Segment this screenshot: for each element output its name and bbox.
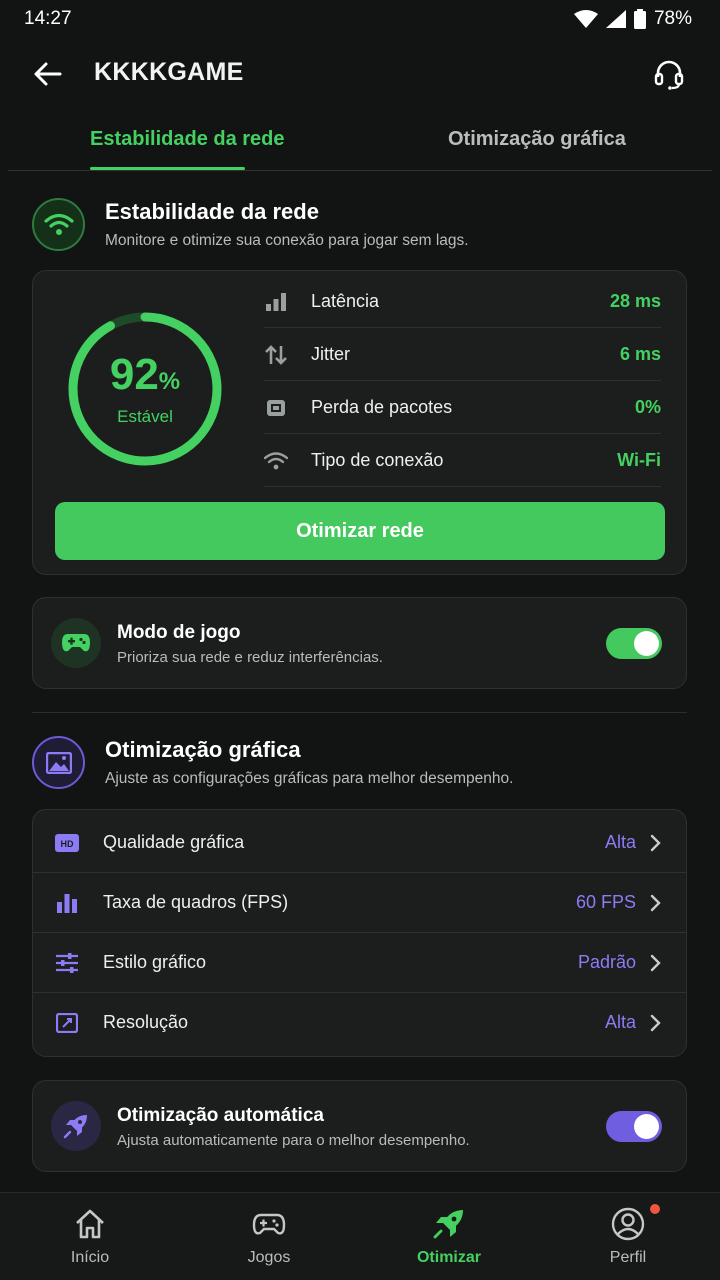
sliders-icon [55, 952, 79, 974]
nav-label: Perfil [609, 1249, 647, 1266]
metric-label: Jitter [311, 344, 351, 364]
metric-value: 6 ms [619, 344, 661, 364]
stability-gauge: 92% Estável [66, 310, 224, 468]
auto-optimize-title: Otimização automática [117, 1105, 324, 1126]
resolution-icon [55, 1012, 79, 1034]
toggle-knob [634, 631, 659, 656]
nav-label: Otimizar [416, 1249, 481, 1266]
tab-graphics-optimization[interactable]: Otimização gráfica [448, 128, 626, 151]
gamepad-icon [51, 618, 101, 668]
metric-row-latency: Latência 28 ms [264, 275, 661, 328]
profile-icon [611, 1207, 645, 1241]
metric-label: Latência [311, 291, 380, 311]
setting-value: Alta [604, 832, 636, 852]
rocket-icon [51, 1101, 101, 1151]
auto-optimize-subtitle: Ajusta automaticamente para o melhor des… [117, 1132, 470, 1149]
graphics-settings-card: HD Qualidade gráfica Alta Taxa de quadro… [32, 809, 687, 1057]
signal-bars-icon [264, 291, 288, 313]
metric-label: Tipo de conexão [311, 450, 444, 470]
nav-label: Início [70, 1249, 110, 1266]
game-mode-subtitle: Prioriza sua rede e reduz interferências… [117, 649, 383, 666]
back-arrow-icon[interactable] [32, 58, 64, 90]
home-icon [76, 1209, 104, 1239]
nav-item-games[interactable]: Jogos [209, 1193, 329, 1280]
network-stats-card: 92% Estável Latência 28 ms Jitter 6 ms P… [32, 270, 687, 575]
status-time: 14:27 [24, 8, 72, 29]
metric-value: 28 ms [609, 291, 661, 311]
wifi-section-icon [32, 198, 85, 251]
image-section-icon [32, 736, 85, 789]
game-mode-title: Modo de jogo [117, 622, 241, 643]
metric-value: Wi-Fi [617, 450, 661, 470]
setting-row-graphics-style[interactable]: Estilo gráfico Padrão [33, 933, 686, 993]
setting-row-frame-rate[interactable]: Taxa de quadros (FPS) 60 FPS [33, 873, 686, 933]
network-section-subtitle: Monitore e otimize sua conexão para joga… [105, 232, 469, 249]
chevron-right-icon [650, 894, 661, 912]
up-down-arrows-icon [264, 344, 288, 366]
graphics-section-subtitle: Ajuste as configurações gráficas para me… [105, 770, 514, 787]
rocket-icon [433, 1210, 463, 1239]
nav-item-home[interactable]: Início [30, 1193, 150, 1280]
nav-item-profile[interactable]: Perfil [568, 1193, 688, 1280]
chevron-right-icon [650, 834, 661, 852]
optimize-network-button[interactable]: Otimizar rede [55, 502, 665, 560]
svg-text:HD: HD [61, 839, 74, 849]
game-mode-toggle[interactable] [606, 628, 662, 659]
bar-chart-icon [55, 892, 79, 914]
cell-signal-icon [605, 10, 626, 28]
setting-row-graphics-quality[interactable]: HD Qualidade gráfica Alta [33, 813, 686, 873]
app-title: KKKKGAME [94, 58, 244, 86]
active-tab-indicator [90, 167, 245, 170]
setting-label: Estilo gráfico [103, 952, 207, 972]
tab-network-stability[interactable]: Estabilidade da rede [90, 128, 285, 151]
network-section-header: Estabilidade da rede Monitore e otimize … [32, 198, 692, 258]
setting-row-resolution[interactable]: Resolução Alta [33, 993, 686, 1053]
status-bar: 14:27 78% [0, 0, 720, 38]
setting-value: 60 FPS [575, 892, 636, 912]
section-divider [32, 712, 687, 713]
graphics-section-header: Otimização gráfica Ajuste as configuraçõ… [32, 736, 692, 796]
gauge-value: 92% [66, 350, 224, 400]
notification-badge [650, 1204, 660, 1214]
gauge-status: Estável [117, 407, 173, 426]
gauge-score: 92 [109, 350, 159, 399]
toggle-knob [634, 1114, 659, 1139]
metric-value: 0% [634, 397, 661, 417]
metric-label: Perda de pacotes [311, 397, 453, 417]
setting-label: Resolução [103, 1012, 189, 1032]
metric-row-jitter: Jitter 6 ms [264, 328, 661, 381]
wifi-icon [264, 450, 288, 472]
setting-label: Qualidade gráfica [103, 832, 245, 852]
metric-row-packet-loss: Perda de pacotes 0% [264, 381, 661, 434]
graphics-section-title: Otimização gráfica [105, 737, 301, 762]
game-mode-card: Modo de jogo Prioriza sua rede e reduz i… [32, 597, 687, 689]
tab-bar: Estabilidade da rede Otimização gráfica [8, 116, 712, 171]
nav-item-optimize[interactable]: Otimizar [389, 1193, 509, 1280]
wifi-status-icon [573, 10, 598, 28]
setting-value: Padrão [577, 952, 636, 972]
auto-optimize-toggle[interactable] [606, 1111, 662, 1142]
setting-label: Taxa de quadros (FPS) [103, 892, 289, 912]
headset-icon[interactable] [652, 57, 686, 91]
chevron-right-icon [650, 954, 661, 972]
app-header: KKKKGAME [0, 44, 720, 104]
gauge-unit: % [158, 368, 181, 395]
battery-icon [633, 9, 646, 29]
bottom-navigation: Início Jogos Otimizar Perfil [0, 1192, 720, 1280]
packet-chip-icon [264, 397, 288, 419]
metric-row-connection-type: Tipo de conexão Wi-Fi [264, 434, 661, 487]
hd-icon: HD [55, 832, 79, 854]
nav-label: Jogos [247, 1249, 291, 1266]
network-section-title: Estabilidade da rede [105, 199, 319, 224]
chevron-right-icon [650, 1014, 661, 1032]
setting-value: Alta [604, 1012, 636, 1032]
gamepad-icon [252, 1213, 286, 1235]
battery-percent: 78% [653, 8, 692, 29]
status-icons: 78% [573, 8, 692, 30]
auto-optimize-card: Otimização automática Ajusta automaticam… [32, 1080, 687, 1172]
